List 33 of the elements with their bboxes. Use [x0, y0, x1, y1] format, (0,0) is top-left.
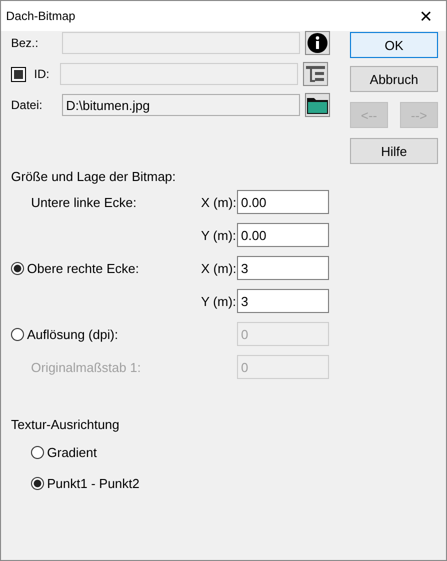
section-title: Größe und Lage der Bitmap:	[11, 169, 177, 184]
info-icon	[306, 32, 329, 54]
field-label: ID:	[34, 67, 50, 81]
dialog-button[interactable]: OK	[350, 32, 438, 58]
row-label: Originalmaßstab 1:	[30, 360, 141, 374]
input-field: 0	[237, 322, 329, 346]
input-field: 0	[237, 355, 329, 379]
list-button[interactable]	[303, 62, 328, 86]
input-field[interactable]	[60, 63, 298, 85]
dialog-button[interactable]: Abbruch	[350, 66, 438, 92]
radio-button[interactable]: Punkt1 - Punkt2	[31, 471, 331, 495]
field-label: Y (m):	[201, 228, 236, 242]
field-label: X (m):	[201, 194, 236, 210]
field-label: X (m):	[201, 260, 236, 276]
section-title: Textur-Ausrichtung	[11, 417, 120, 432]
info-button[interactable]	[305, 31, 330, 55]
input-field[interactable]: 0.00	[237, 223, 329, 247]
input-field[interactable]: 3	[237, 289, 329, 313]
dialog-button[interactable]: Hilfe	[350, 138, 438, 164]
list-icon	[304, 63, 327, 85]
field-label: Datei:	[11, 98, 44, 112]
input-field[interactable]: D:\bitumen.jpg	[62, 94, 300, 116]
radio-button[interactable]: Obere rechte Ecke:	[11, 260, 139, 276]
row-label: Untere linke Ecke:	[30, 194, 136, 210]
input-field[interactable]: 0.00	[237, 190, 329, 214]
checkbox[interactable]	[11, 66, 26, 82]
browse-button[interactable]	[305, 93, 330, 117]
field-label: Y (m):	[201, 294, 236, 308]
input-field[interactable]: 3	[237, 256, 329, 280]
field-label: Bez.:	[11, 36, 40, 50]
radio-button[interactable]: Gradient	[31, 440, 331, 464]
window-title: Dach-Bitmap	[6, 9, 76, 23]
input-field[interactable]	[62, 32, 300, 54]
